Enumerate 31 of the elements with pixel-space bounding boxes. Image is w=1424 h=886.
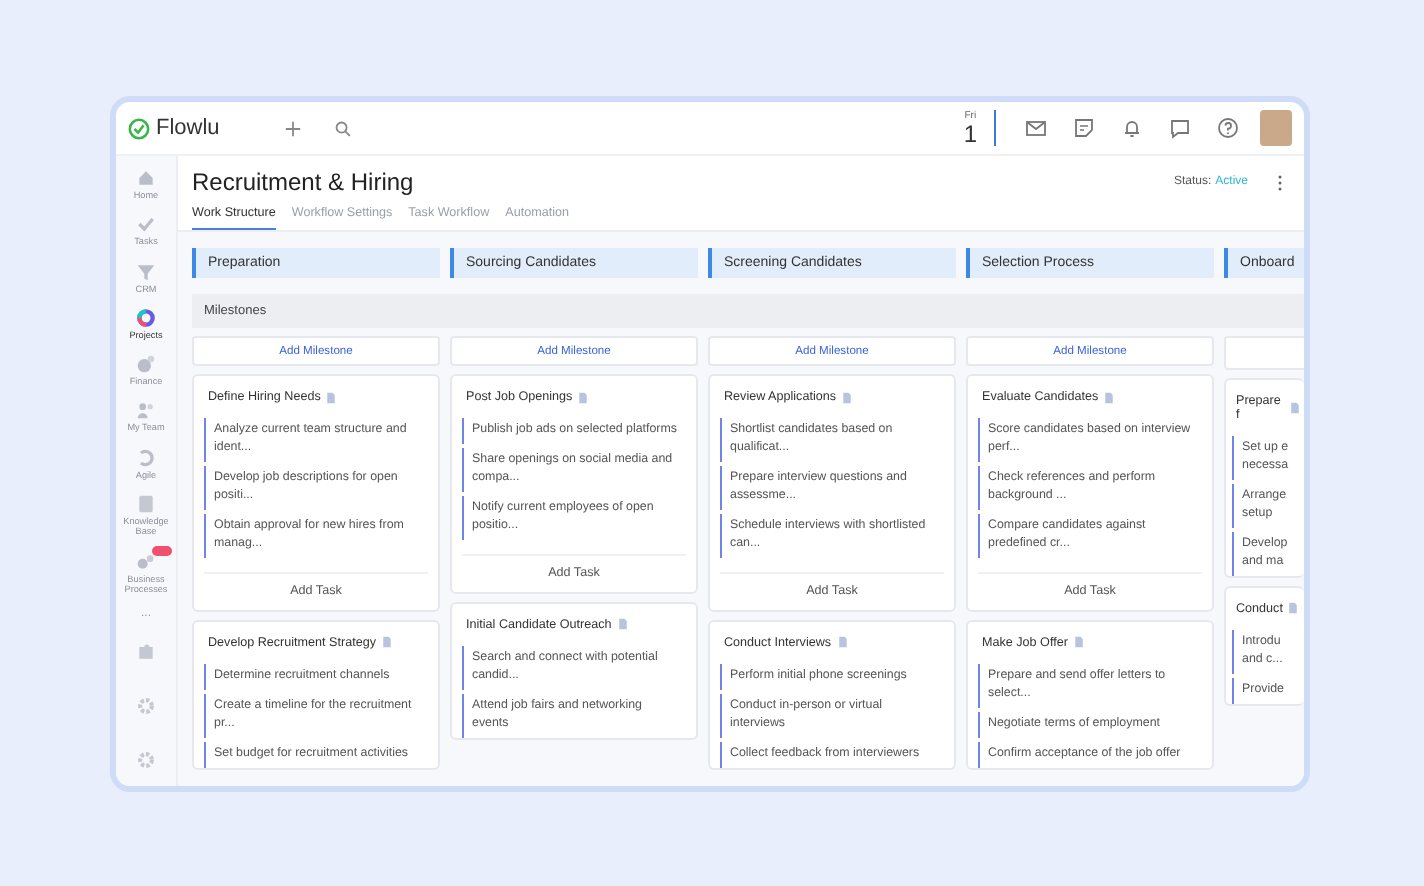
document-icon xyxy=(1290,402,1300,414)
people-icon xyxy=(136,400,156,421)
ring-icon xyxy=(136,307,156,328)
kebab-menu-icon[interactable] xyxy=(1276,173,1284,191)
document-icon xyxy=(1073,636,1084,649)
bell-icon[interactable] xyxy=(1120,116,1144,140)
document-icon xyxy=(837,636,848,649)
check-circle-icon xyxy=(128,117,150,139)
checkmark-icon xyxy=(136,214,156,235)
document-icon xyxy=(382,636,392,649)
document-icon xyxy=(326,391,337,403)
document-icon xyxy=(617,618,628,631)
app-logo[interactable]: Flowlu xyxy=(156,116,220,140)
document-icon xyxy=(842,391,853,403)
loop-icon xyxy=(136,447,156,468)
document-icon xyxy=(1288,602,1299,615)
home-icon xyxy=(136,168,156,188)
chat-icon[interactable] xyxy=(1168,116,1192,140)
document-icon xyxy=(578,391,589,403)
mail-icon[interactable] xyxy=(1024,116,1048,140)
gear-icon xyxy=(136,750,156,771)
help-icon[interactable] xyxy=(1216,116,1240,140)
project-title: Recruitment & Hiring xyxy=(192,168,416,196)
gear-icon xyxy=(136,696,156,717)
note-icon[interactable] xyxy=(1072,116,1096,140)
day-number: 1 xyxy=(963,121,977,145)
plus-icon[interactable] xyxy=(284,119,302,137)
search-icon[interactable] xyxy=(334,119,352,137)
book-icon xyxy=(136,493,156,514)
funnel-icon xyxy=(136,261,156,282)
document-icon xyxy=(1104,391,1115,403)
